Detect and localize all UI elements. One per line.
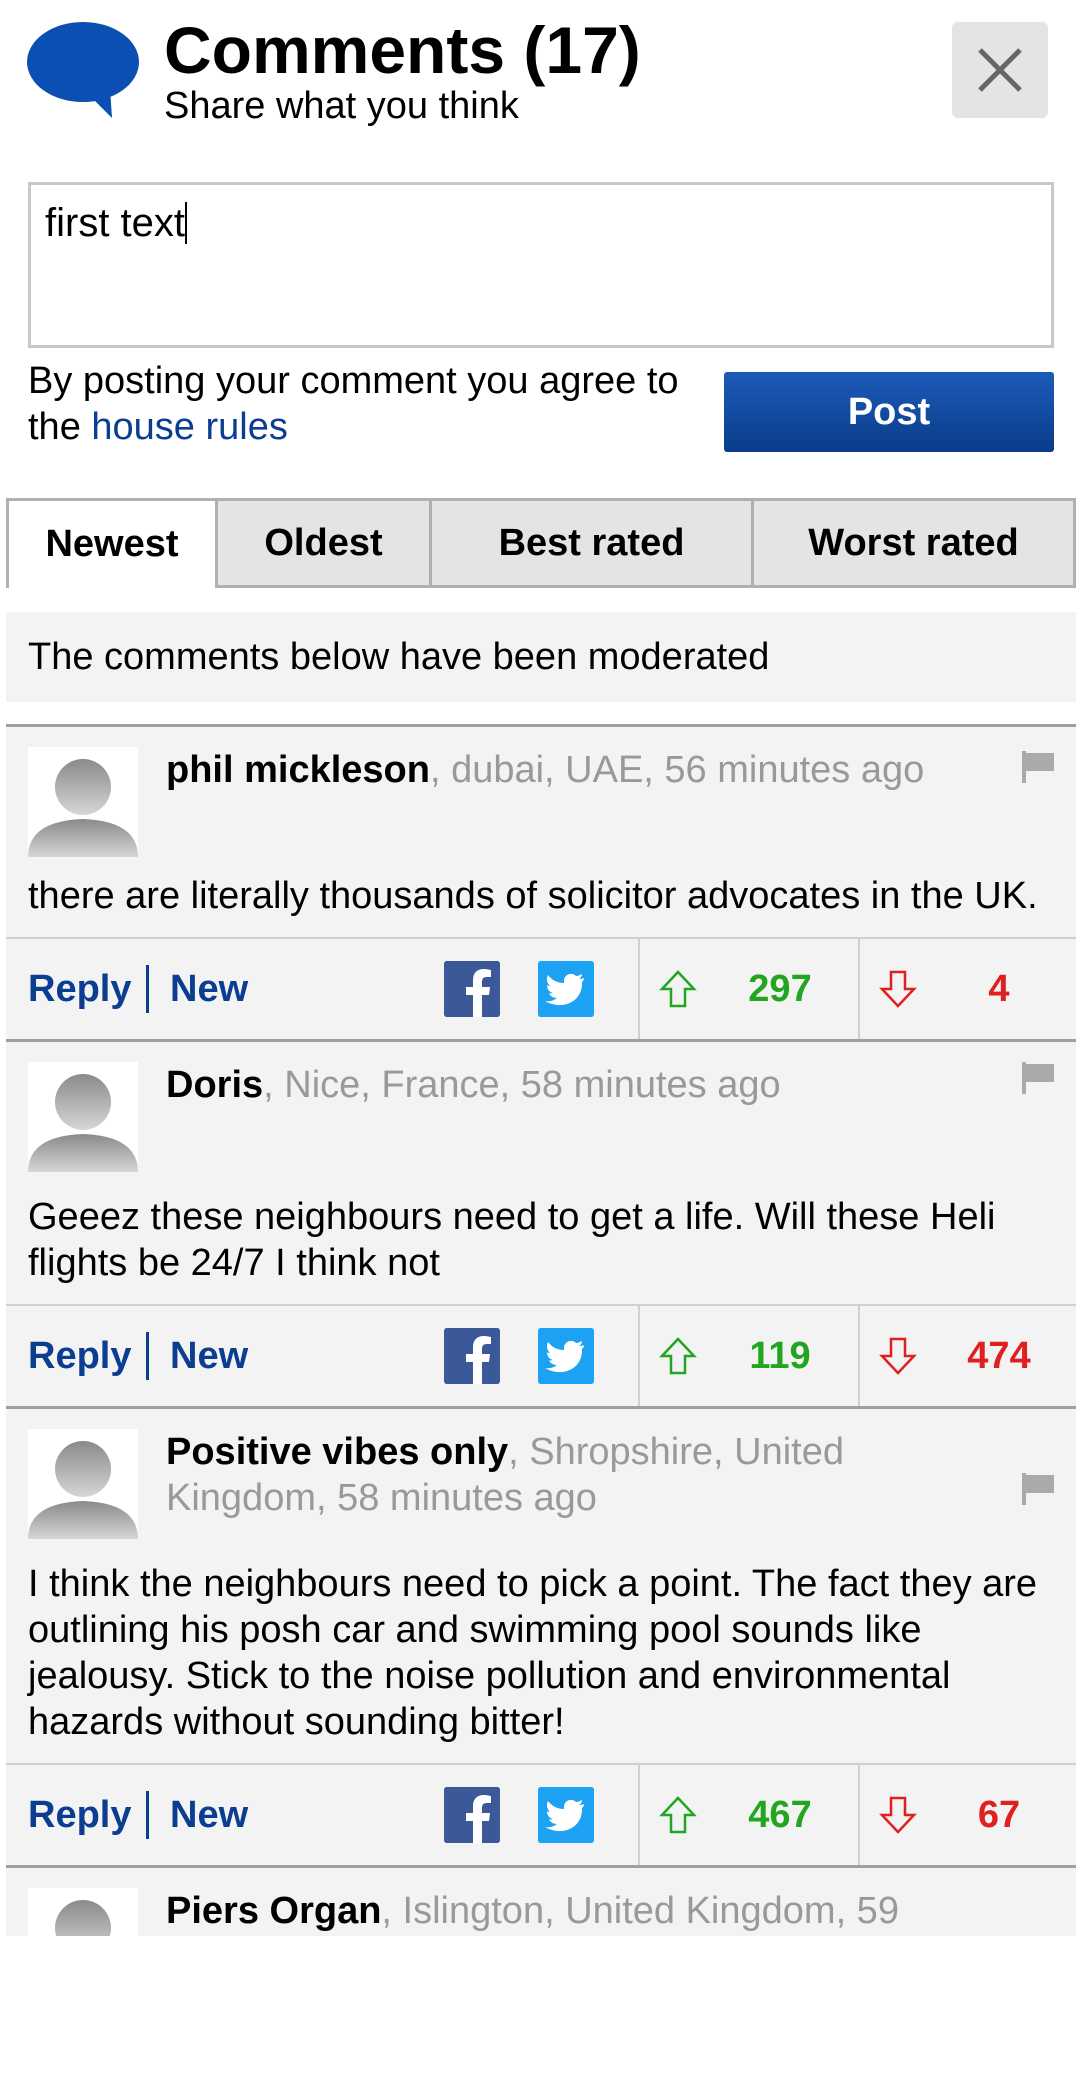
reply-button[interactable]: Reply xyxy=(28,1765,131,1865)
downvote-count: 474 xyxy=(967,1335,1031,1377)
reply-button[interactable]: Reply xyxy=(28,939,131,1039)
page-title: Comments (17) xyxy=(164,13,641,87)
new-link[interactable]: New xyxy=(170,1765,248,1865)
flag-icon[interactable] xyxy=(1022,751,1056,783)
downvote-count: 67 xyxy=(977,1794,1021,1836)
comment-meta: phil mickleson, dubai, UAE, 56 minutes a… xyxy=(166,747,1054,793)
upvote-button[interactable]: 119 xyxy=(640,1306,860,1406)
new-link[interactable]: New xyxy=(170,1306,248,1406)
avatar xyxy=(28,1062,138,1172)
tab-newest[interactable]: Newest xyxy=(6,498,218,588)
comment-body: Geeez these neighbours need to get a lif… xyxy=(28,1196,996,1284)
downvote-button[interactable]: 67 xyxy=(860,1765,1076,1865)
arrow-down-icon xyxy=(879,1796,917,1834)
upvote-count: 467 xyxy=(748,1794,812,1836)
upvote-button[interactable]: 297 xyxy=(640,939,860,1039)
twitter-icon[interactable] xyxy=(538,1787,594,1843)
flag-icon[interactable] xyxy=(1022,1473,1056,1505)
comment-actions: Reply New 119 474 xyxy=(6,1304,1076,1406)
comment-body: I think the neighbours need to pick a po… xyxy=(28,1563,1038,1743)
comment-author[interactable]: phil mickleson xyxy=(166,749,430,791)
comment-location-time: , Nice, France, 58 minutes ago xyxy=(263,1064,781,1106)
post-button[interactable]: Post xyxy=(724,372,1054,452)
comment-item: Doris, Nice, France, 58 minutes ago Geee… xyxy=(6,1039,1076,1406)
flag-icon[interactable] xyxy=(1022,1062,1056,1094)
divider xyxy=(146,1791,149,1839)
tab-best-rated[interactable]: Best rated xyxy=(432,498,754,588)
twitter-icon[interactable] xyxy=(538,1328,594,1384)
close-button[interactable] xyxy=(952,22,1048,118)
comment-meta: Positive vibes only, Shropshire, United … xyxy=(166,1429,1054,1521)
page-bottom-blank xyxy=(0,1936,1080,2082)
speech-bubble-icon xyxy=(27,22,139,118)
comment-actions: Reply New 297 4 xyxy=(6,937,1076,1039)
divider xyxy=(146,965,149,1013)
arrow-down-icon xyxy=(879,1337,917,1375)
tab-worst-rated[interactable]: Worst rated xyxy=(754,498,1076,588)
arrow-up-icon xyxy=(659,1796,697,1834)
comment-item: Positive vibes only, Shropshire, United … xyxy=(6,1406,1076,1865)
comment-input-value: first text xyxy=(45,201,186,245)
moderation-notice: The comments below have been moderated xyxy=(6,612,1076,702)
upvote-count: 119 xyxy=(749,1335,811,1377)
upvote-button[interactable]: 467 xyxy=(640,1765,860,1865)
downvote-count: 4 xyxy=(988,968,1010,1010)
comment-author[interactable]: Piers Organ xyxy=(166,1890,381,1932)
comment-meta: Doris, Nice, France, 58 minutes ago xyxy=(166,1062,1054,1108)
sort-tabs: Newest Oldest Best rated Worst rated xyxy=(6,498,1076,588)
reply-button[interactable]: Reply xyxy=(28,1306,131,1406)
comment-body: there are literally thousands of solicit… xyxy=(28,875,1038,917)
downvote-button[interactable]: 4 xyxy=(860,939,1076,1039)
arrow-up-icon xyxy=(659,1337,697,1375)
twitter-icon[interactable] xyxy=(538,961,594,1017)
text-caret xyxy=(185,202,188,244)
downvote-button[interactable]: 474 xyxy=(860,1306,1076,1406)
comment-list: phil mickleson, dubai, UAE, 56 minutes a… xyxy=(6,724,1076,2000)
arrow-down-icon xyxy=(879,970,917,1008)
close-icon xyxy=(978,48,1022,92)
comment-author[interactable]: Doris xyxy=(166,1064,263,1106)
tab-oldest[interactable]: Oldest xyxy=(218,498,432,588)
new-link[interactable]: New xyxy=(170,939,248,1039)
comment-input[interactable]: first text xyxy=(28,182,1054,348)
arrow-up-icon xyxy=(659,970,697,1008)
avatar xyxy=(28,747,138,857)
comment-author[interactable]: Positive vibes only xyxy=(166,1431,508,1473)
facebook-icon[interactable] xyxy=(444,961,500,1017)
upvote-count: 297 xyxy=(748,968,812,1010)
comment-actions: Reply New 467 67 xyxy=(6,1763,1076,1865)
divider xyxy=(146,1332,149,1380)
house-rules-link[interactable]: house rules xyxy=(91,406,287,448)
avatar xyxy=(28,1429,138,1539)
comment-location-time: , dubai, UAE, 56 minutes ago xyxy=(429,749,925,791)
comment-item: phil mickleson, dubai, UAE, 56 minutes a… xyxy=(6,724,1076,1039)
page-subtitle: Share what you think xyxy=(164,85,519,127)
posting-agreement: By posting your comment you agree to the… xyxy=(28,358,708,450)
facebook-icon[interactable] xyxy=(444,1787,500,1843)
facebook-icon[interactable] xyxy=(444,1328,500,1384)
